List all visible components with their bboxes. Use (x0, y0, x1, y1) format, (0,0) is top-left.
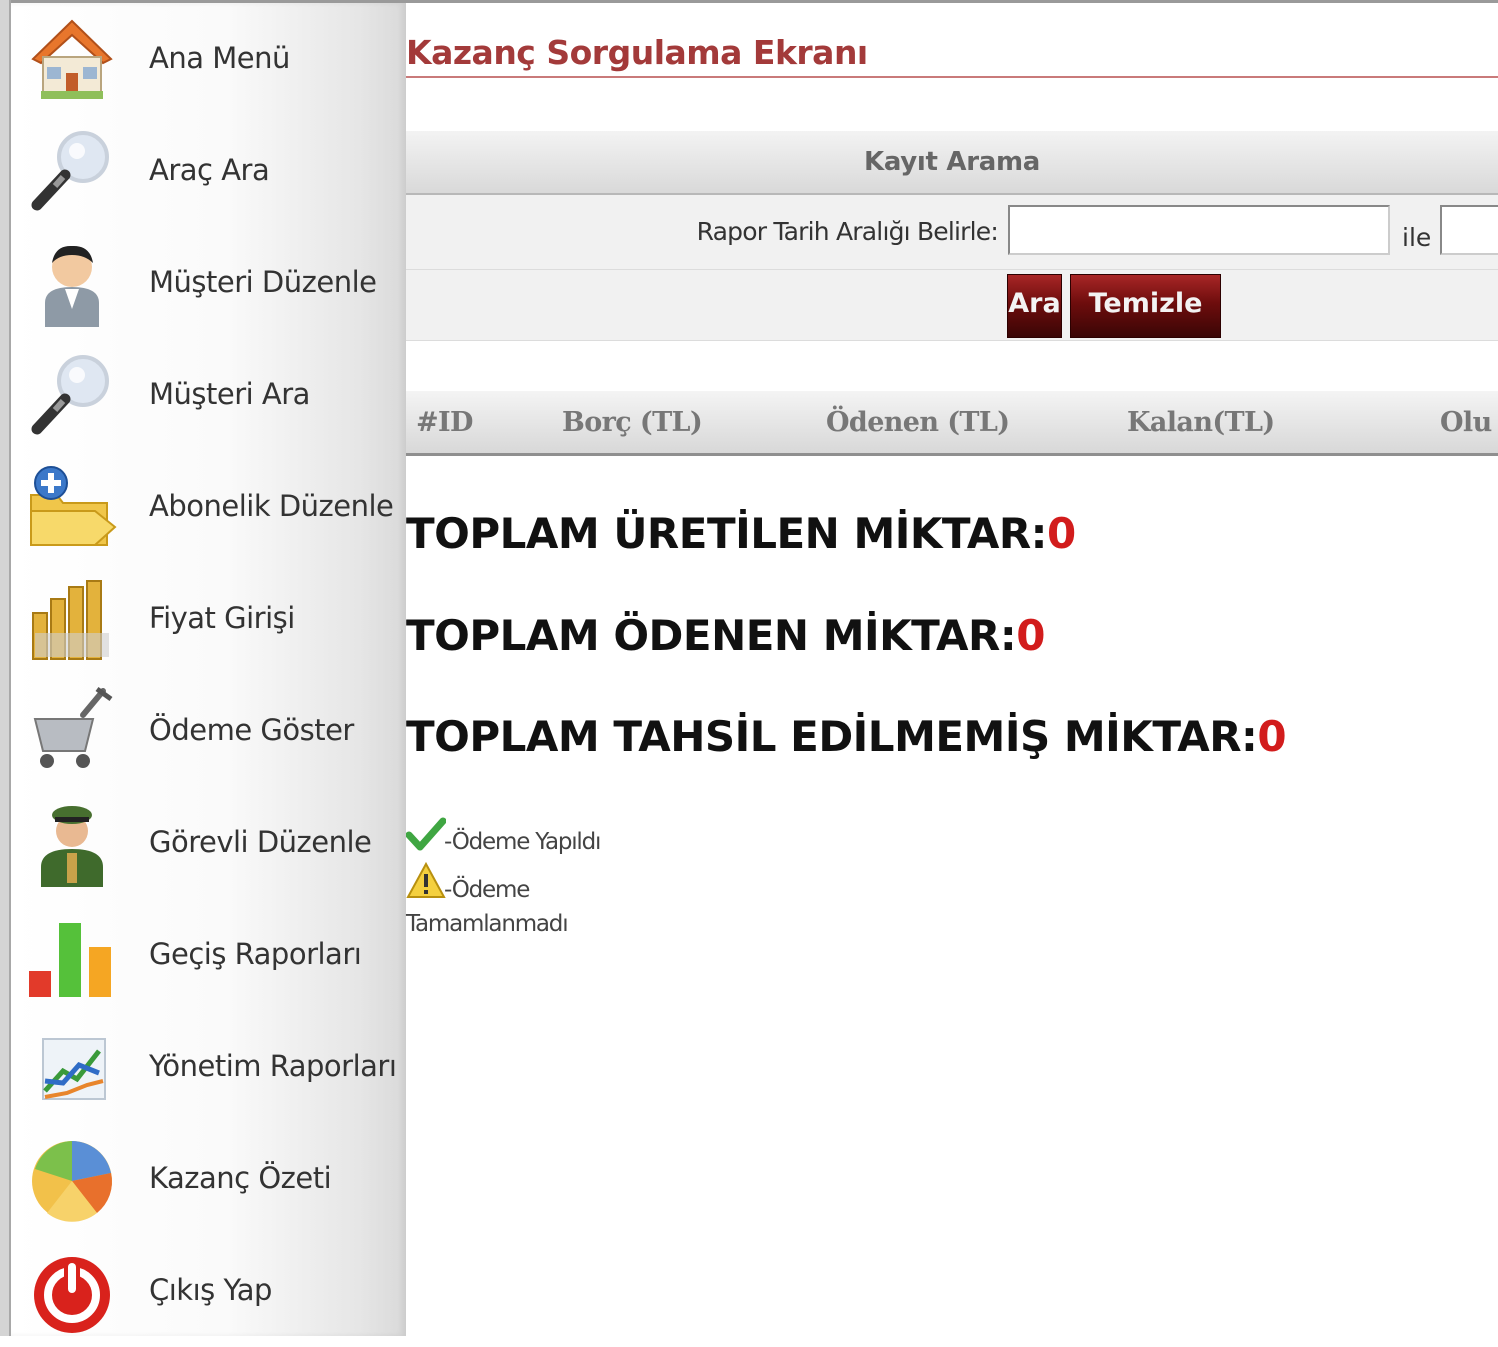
date-end-input[interactable] (1440, 205, 1498, 255)
sidebar-item-fiyat-girisi[interactable]: Fiyat Girişi (11, 563, 406, 675)
magnifier-icon (27, 349, 117, 439)
search-panel-title: Kayıt Arama (863, 147, 1041, 177)
total-uncollected-label: TOPLAM TAHSİL EDİLMEMİŞ MİKTAR: (406, 712, 1258, 761)
clear-button[interactable]: Temizle (1070, 274, 1221, 338)
officer-icon (27, 797, 117, 887)
total-uncollected: TOPLAM TAHSİL EDİLMEMİŞ MİKTAR:0 (406, 712, 1287, 761)
warning-icon (406, 861, 446, 901)
home-icon (27, 13, 117, 103)
sidebar-item-ana-menu[interactable]: Ana Menü (11, 3, 406, 115)
sidebar-item-label: Fiyat Girişi (149, 601, 295, 635)
checkmark-icon (405, 815, 447, 855)
sidebar-item-label: Yönetim Raporları (149, 1049, 397, 1083)
date-connector-label: ile (1402, 223, 1432, 252)
column-header-odenen[interactable]: Ödenen (TL) (826, 407, 1010, 438)
sidebar-item-cikis-yap[interactable]: Çıkış Yap (11, 1235, 406, 1347)
cart-icon (27, 685, 117, 775)
sidebar-item-odeme-goster[interactable]: Ödeme Göster (11, 675, 406, 787)
sidebar-item-label: Ana Menü (149, 41, 290, 75)
sidebar-item-label: Geçiş Raporları (149, 937, 362, 971)
sidebar-item-label: Müşteri Düzenle (149, 265, 377, 299)
title-divider (406, 76, 1498, 78)
total-produced-value: 0 (1046, 509, 1076, 558)
line-chart-icon (27, 1021, 117, 1111)
search-button[interactable]: Ara (1007, 274, 1062, 338)
legend-unpaid-text-continued: Tamamlanmadı (406, 911, 569, 937)
main-content: Kazanç Sorgulama Ekranı Kayıt Arama Rapo… (405, 3, 1498, 1336)
sidebar-item-musteri-duzenle[interactable]: Müşteri Düzenle (11, 227, 406, 339)
sidebar-item-gorevli-duzenle[interactable]: Görevli Düzenle (11, 787, 406, 899)
window-left-border (0, 0, 11, 1336)
magnifier-icon (27, 125, 117, 215)
date-range-row: Rapor Tarih Aralığı Belirle: ile (406, 195, 1498, 270)
total-paid-value: 0 (1016, 611, 1045, 660)
total-uncollected-value: 0 (1257, 712, 1287, 761)
pie-chart-icon (27, 1133, 117, 1223)
search-buttons-row: Ara Temizle (406, 270, 1498, 341)
sidebar-item-label: Kazanç Özeti (149, 1161, 332, 1195)
date-start-input[interactable] (1008, 205, 1390, 255)
column-header-olusturma[interactable]: Olu (1440, 407, 1492, 438)
column-header-borc[interactable]: Borç (TL) (562, 407, 703, 438)
sidebar-item-abonelik-duzenle[interactable]: Abonelik Düzenle (11, 451, 406, 563)
sidebar-item-musteri-ara[interactable]: Müşteri Ara (11, 339, 406, 451)
column-header-kalan[interactable]: Kalan(TL) (1127, 407, 1275, 438)
legend-paid-text: -Ödeme Yapıldı (444, 829, 601, 855)
sidebar-item-label: Çıkış Yap (149, 1273, 272, 1307)
results-table-header: #ID Borç (TL) Ödenen (TL) Kalan(TL) Olu (406, 391, 1498, 456)
date-range-label: Rapor Tarih Aralığı Belirle: (696, 217, 999, 246)
total-produced-label: TOPLAM ÜRETİLEN MİKTAR: (406, 509, 1047, 558)
sidebar: Ana Menü Araç Ara Müşteri Düzenle Müşter… (11, 3, 406, 1336)
sidebar-item-yonetim-raporlari[interactable]: Yönetim Raporları (11, 1011, 406, 1123)
total-paid: TOPLAM ÖDENEN MİKTAR:0 (406, 611, 1045, 660)
coins-icon (27, 573, 117, 663)
power-icon (27, 1245, 117, 1335)
sidebar-item-label: Abonelik Düzenle (149, 489, 394, 523)
sidebar-item-gecis-raporlari[interactable]: Geçiş Raporları (11, 899, 406, 1011)
total-produced: TOPLAM ÜRETİLEN MİKTAR:0 (406, 509, 1076, 558)
user-icon (27, 237, 117, 327)
total-paid-label: TOPLAM ÖDENEN MİKTAR: (406, 611, 1017, 660)
column-header-id[interactable]: #ID (416, 407, 473, 438)
page-title: Kazanç Sorgulama Ekranı (406, 33, 868, 72)
search-panel-header: Kayıt Arama (406, 131, 1498, 195)
bar-chart-icon (27, 909, 117, 999)
sidebar-item-label: Ödeme Göster (149, 713, 354, 747)
folder-add-icon (27, 461, 117, 551)
sidebar-item-label: Müşteri Ara (149, 377, 310, 411)
legend-unpaid-text: -Ödeme (444, 877, 530, 903)
sidebar-item-label: Görevli Düzenle (149, 825, 372, 859)
sidebar-item-kazanc-ozeti[interactable]: Kazanç Özeti (11, 1123, 406, 1235)
